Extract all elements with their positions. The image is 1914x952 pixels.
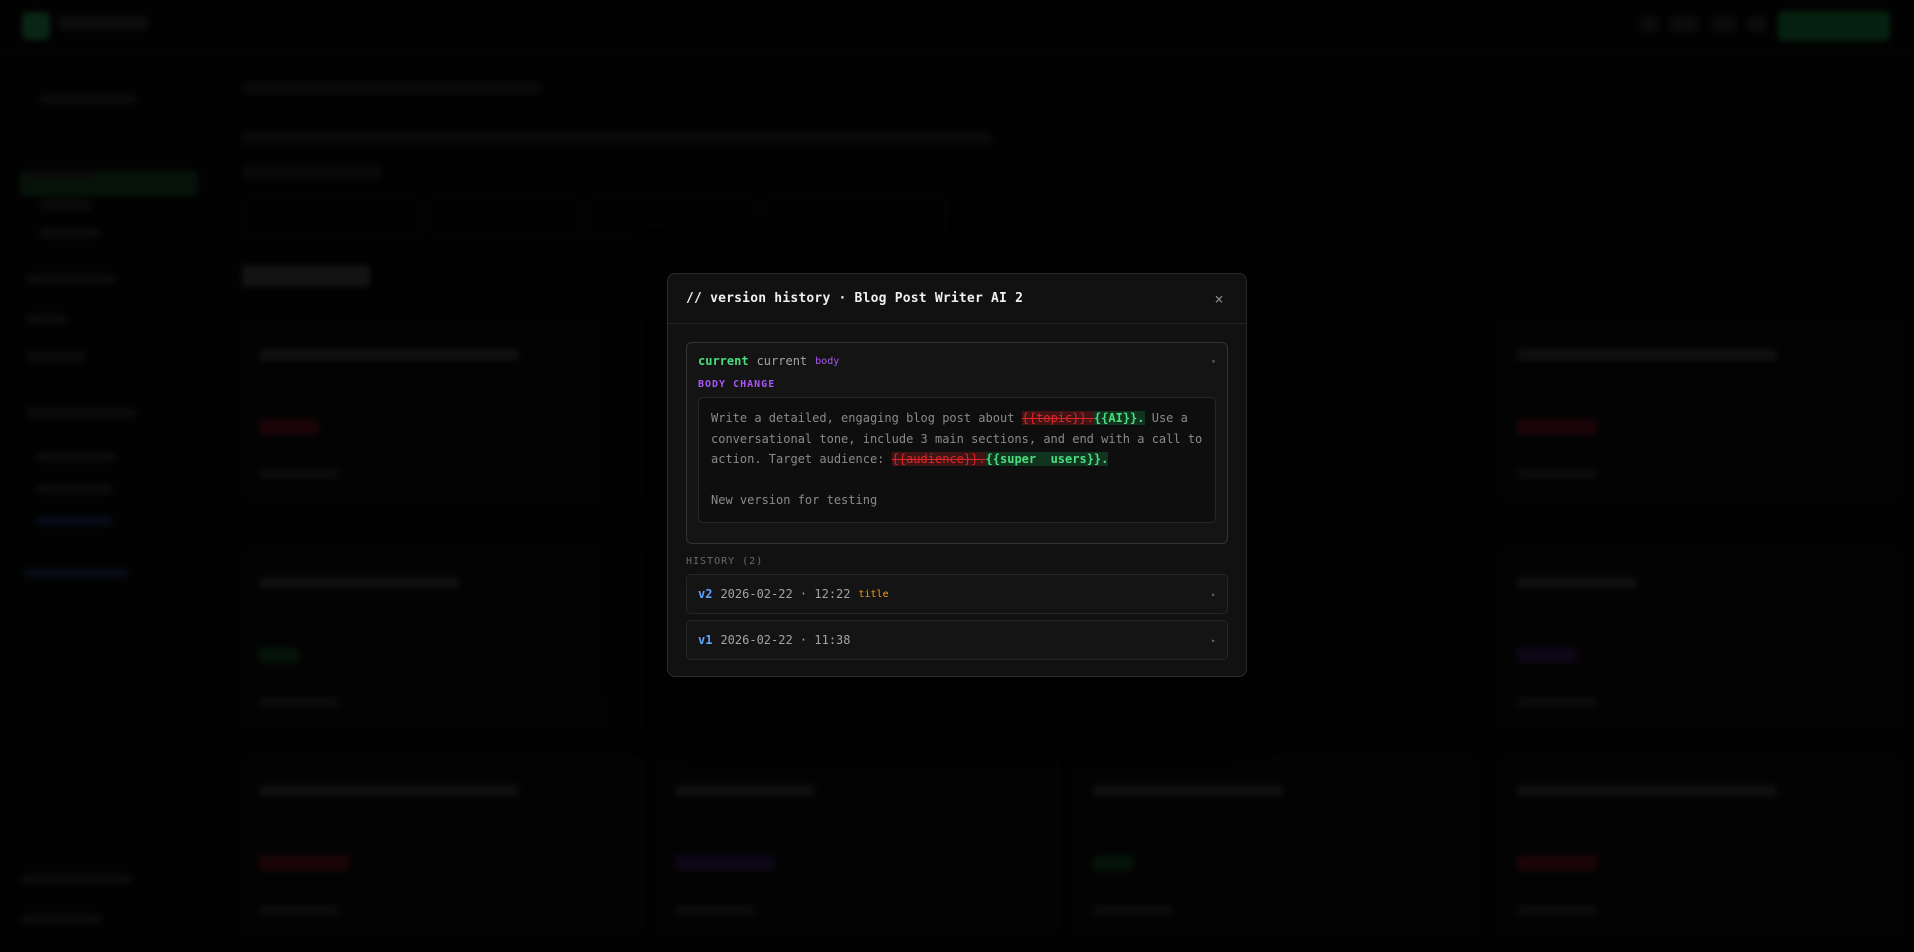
close-icon[interactable]: × — [1210, 290, 1228, 308]
current-version-panel: current current body ▾ BODY CHANGE Write… — [686, 342, 1228, 544]
modal-header: // version history · Blog Post Writer AI… — [668, 274, 1246, 324]
version-history-modal: // version history · Blog Post Writer AI… — [667, 273, 1247, 677]
version-number: v1 — [698, 633, 713, 647]
diff-text: Write a detailed, engaging blog post abo… — [711, 408, 1203, 470]
modal-title: // version history · Blog Post Writer AI… — [686, 291, 1024, 306]
history-item-v1[interactable]: v1 2026-02-22 · 11:38 ▸ — [686, 620, 1228, 660]
current-version-sublabel: current — [756, 354, 808, 368]
modal-body: current current body ▾ BODY CHANGE Write… — [668, 324, 1246, 660]
history-item-v2[interactable]: v2 2026-02-22 · 12:22 title ▸ — [686, 574, 1228, 614]
version-number: v2 — [698, 587, 713, 601]
body-change-label: BODY CHANGE — [698, 379, 776, 390]
current-version-label: current — [698, 354, 749, 368]
diff-unchanged: Write a detailed, engaging blog post abo… — [711, 411, 1022, 425]
diff-deletion: {{audience}}. — [891, 452, 986, 466]
current-version-header[interactable]: current current body ▾ — [698, 354, 1216, 368]
body-diff: Write a detailed, engaging blog post abo… — [698, 397, 1216, 523]
chevron-right-icon[interactable]: ▸ — [1211, 636, 1216, 645]
version-date: 2026-02-22 · 11:38 — [720, 633, 851, 647]
diff-deletion: {{topic}}. — [1021, 411, 1094, 425]
diff-addition: {{super users}}. — [985, 452, 1109, 466]
chevron-right-icon[interactable]: ▸ — [1211, 590, 1216, 599]
chevron-down-icon[interactable]: ▾ — [1211, 357, 1216, 366]
version-date: 2026-02-22 · 12:22 — [720, 587, 851, 601]
version-note: New version for testing — [711, 492, 878, 507]
diff-addition: {{AI}}. — [1093, 411, 1145, 425]
history-label: HISTORY (2) — [686, 556, 764, 567]
change-type-badge: title — [858, 588, 889, 600]
change-type-badge: body — [815, 355, 840, 367]
